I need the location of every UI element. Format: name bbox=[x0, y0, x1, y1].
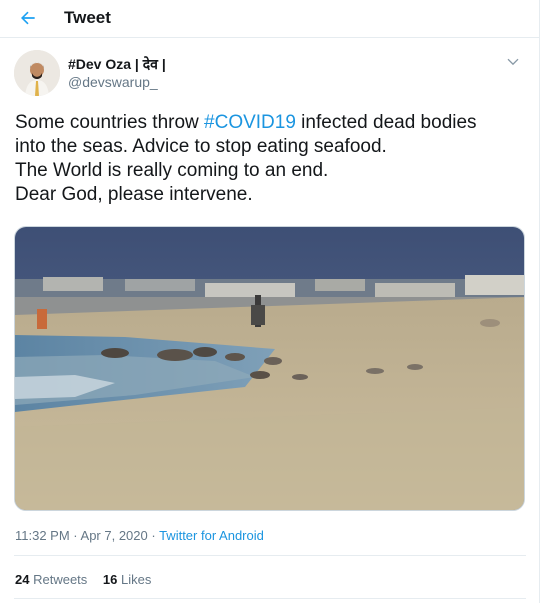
tweet-stats: 24 Retweets 16 Likes bbox=[15, 572, 163, 587]
tweet-line-3: The World is really coming to an end. bbox=[15, 160, 329, 181]
tweet-line-4: Dear God, please intervene. bbox=[15, 184, 253, 205]
chevron-down-icon[interactable] bbox=[505, 54, 521, 70]
retweets-stat[interactable]: 24 Retweets bbox=[15, 572, 87, 587]
divider bbox=[14, 555, 526, 556]
tweet-date[interactable]: Apr 7, 2020 bbox=[81, 528, 148, 543]
hashtag-link[interactable]: #COVID19 bbox=[204, 112, 296, 133]
tweet-media-video[interactable] bbox=[14, 226, 525, 511]
tweet-source-link[interactable]: Twitter for Android bbox=[159, 528, 264, 543]
author-display-name[interactable]: #Dev Oza | देव | bbox=[68, 55, 166, 73]
tweet-line-2: into the seas. Advice to stop eating sea… bbox=[15, 136, 387, 157]
tweet-line-1: Some countries throw #COVID19 infected d… bbox=[15, 112, 477, 133]
avatar[interactable] bbox=[14, 50, 60, 96]
divider bbox=[14, 598, 526, 599]
tweet-text: Some countries throw #COVID19 infected d… bbox=[15, 111, 530, 207]
back-button[interactable] bbox=[12, 4, 44, 32]
author-names: #Dev Oza | देव | @devswarup_ bbox=[68, 55, 166, 91]
tweet-page: Tweet #Dev Oza | देव | @devswarup_ Some … bbox=[0, 0, 540, 603]
author-handle: @devswarup_ bbox=[68, 74, 158, 90]
tweet-time[interactable]: 11:32 PM bbox=[15, 528, 70, 543]
page-title: Tweet bbox=[64, 8, 111, 27]
tweet-meta: 11:32 PM · Apr 7, 2020 · Twitter for And… bbox=[15, 528, 264, 543]
beach-scene-image bbox=[15, 227, 524, 510]
likes-stat[interactable]: 16 Likes bbox=[103, 572, 151, 587]
arrow-left-icon bbox=[21, 11, 35, 25]
page-header: Tweet bbox=[0, 0, 540, 38]
tweet-author: #Dev Oza | देव | @devswarup_ bbox=[14, 50, 525, 98]
